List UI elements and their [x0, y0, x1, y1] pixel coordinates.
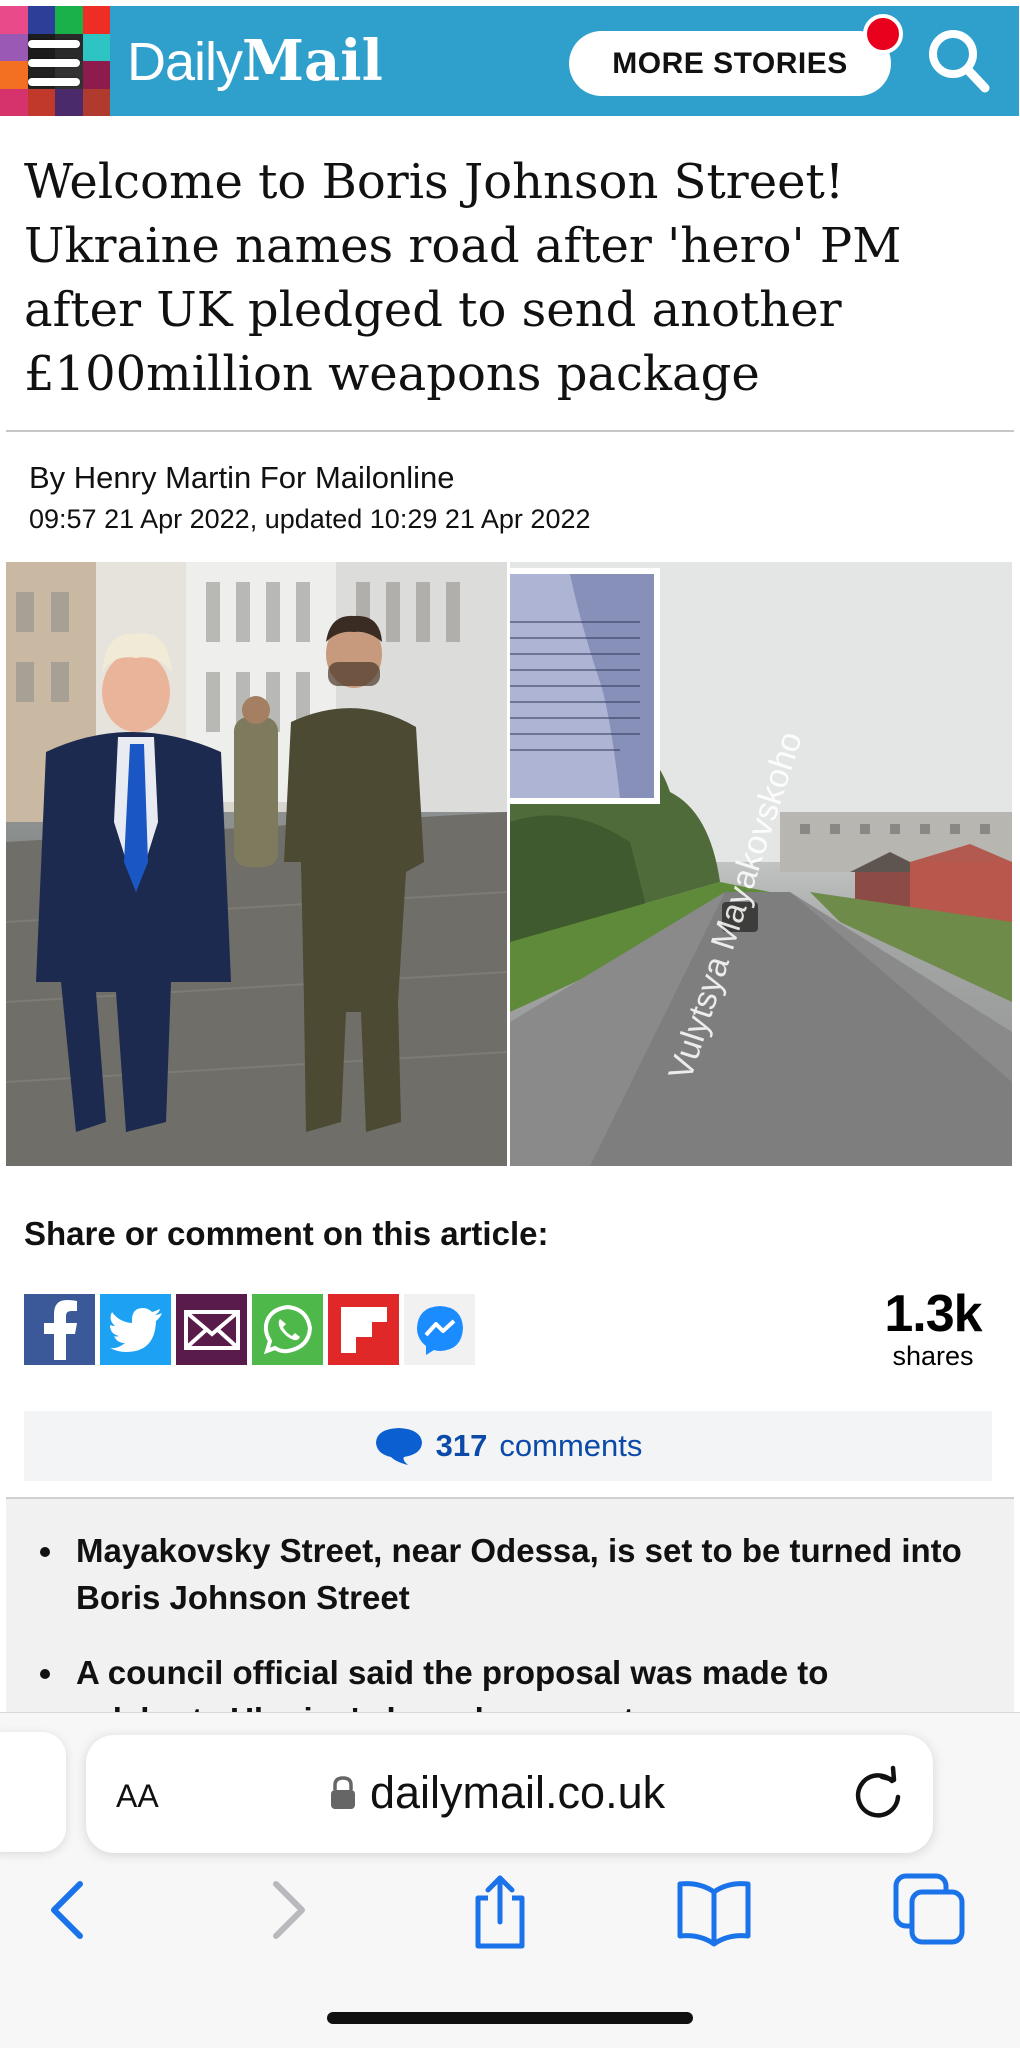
whatsapp-icon[interactable] [252, 1294, 323, 1365]
article-byline[interactable]: By Henry Martin For Mailonline [29, 460, 455, 496]
share-icons [24, 1294, 475, 1365]
article-dateline: 09:57 21 Apr 2022, updated 10:29 21 Apr … [29, 504, 591, 534]
article-summary: Mayakovsky Street, near Odessa, is set t… [6, 1497, 1014, 1712]
address-bar[interactable]: AA dailymail.co.uk [86, 1735, 933, 1853]
notification-dot [863, 14, 903, 54]
share-icon[interactable] [460, 1870, 540, 1950]
photo-johnson-zelensky-illustration [6, 562, 507, 1166]
comments-label: comments [499, 1428, 643, 1463]
logo-mail: Mail [242, 28, 383, 94]
home-indicator[interactable] [327, 2012, 693, 2024]
photo-johnson-zelensky[interactable] [6, 562, 507, 1166]
photo-street-view-illustration: Vulytsya Mayakovskoho [510, 562, 1012, 1166]
tabs-icon[interactable] [890, 1870, 970, 1950]
previous-tab[interactable] [0, 1732, 66, 1852]
search-icon[interactable] [925, 26, 991, 96]
more-stories-button[interactable]: MORE STORIES [569, 31, 891, 96]
article-headline: Welcome to Boris Johnson Street! Ukraine… [24, 154, 902, 402]
comment-bubble-icon [375, 1428, 422, 1465]
flipboard-icon[interactable] [328, 1294, 399, 1365]
twitter-icon[interactable] [100, 1294, 171, 1365]
summary-bullet: Mayakovsky Street, near Odessa, is set t… [40, 1527, 976, 1621]
facebook-icon[interactable] [24, 1294, 95, 1365]
comments-count: 317 [435, 1428, 488, 1463]
reload-icon[interactable] [848, 1763, 908, 1823]
back-icon[interactable] [28, 1870, 108, 1950]
comments-link[interactable]: 317 comments [24, 1411, 992, 1481]
photo-street-view[interactable]: Vulytsya Mayakovskoho [510, 562, 1012, 1166]
share-count: 1.3k shares [873, 1286, 993, 1370]
share-title: Share or comment on this article: [24, 1215, 549, 1252]
aa-label: AA [116, 1778, 159, 1814]
forward-icon[interactable] [248, 1870, 328, 1950]
hamburger-icon [28, 40, 80, 86]
daily-mail-logo[interactable]: DailyMail [127, 28, 383, 94]
messenger-icon[interactable] [404, 1294, 475, 1365]
share-count-label: shares [892, 1341, 974, 1371]
url-text: dailymail.co.uk [370, 1767, 666, 1818]
url-display[interactable]: dailymail.co.uk [330, 1767, 665, 1819]
reader-settings-button[interactable]: AA [116, 1769, 159, 1817]
bookmarks-icon[interactable] [674, 1870, 754, 1950]
headline-divider [6, 430, 1014, 432]
menu-button[interactable] [0, 6, 110, 116]
site-header: DailyMail MORE STORIES [0, 0, 1020, 117]
lock-icon [331, 1776, 355, 1809]
logo-daily: Daily [127, 32, 243, 92]
share-count-number: 1.3k [884, 1285, 982, 1343]
summary-bullet: A council official said the proposal was… [40, 1649, 976, 1712]
email-icon[interactable] [176, 1294, 247, 1365]
